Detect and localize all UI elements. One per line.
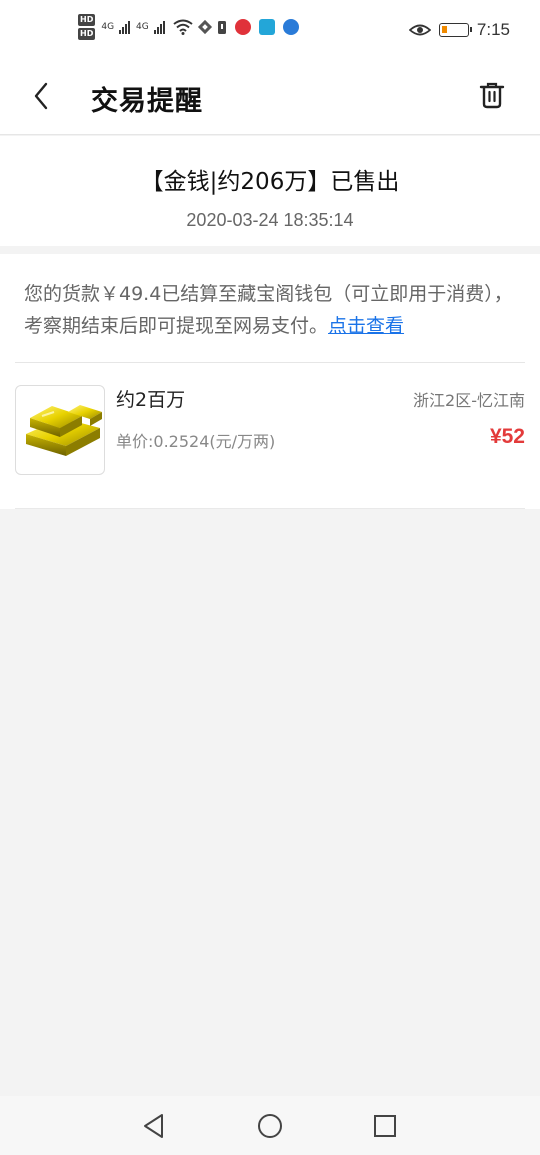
- detail-card: 您的货款￥49.4已结算至藏宝阁钱包（可立即用于消费），考察期结束后即可提现至网…: [0, 254, 540, 509]
- notification-icon: [217, 21, 226, 34]
- notice-timestamp: 2020-03-24 18:35:14: [186, 210, 354, 230]
- app-icon-blue: [282, 19, 299, 35]
- nav-back-icon: [144, 1114, 163, 1138]
- delete-button[interactable]: [474, 77, 510, 113]
- divider: [15, 508, 525, 509]
- status-icons-left: HD HD 4G 4G: [78, 14, 299, 40]
- app-header: 交易提醒: [0, 62, 540, 135]
- status-time: 7:15: [476, 20, 510, 39]
- page-title: 交易提醒: [91, 86, 203, 117]
- divider: [15, 362, 525, 363]
- back-button[interactable]: [24, 76, 58, 116]
- nav-recents-icon: [374, 1115, 396, 1137]
- signal-icon-2: [153, 20, 165, 34]
- item-row[interactable]: 约2百万 浙江2区-忆江南 单价:0.2524(元/万两) ¥52: [15, 385, 525, 477]
- back-arrow-icon: [34, 82, 48, 110]
- settlement-message: 您的货款￥49.4已结算至藏宝阁钱包（可立即用于消费），考察期结束后即可提现至网…: [24, 278, 518, 342]
- item-thumbnail: [15, 385, 105, 475]
- network-type-1: 4G: [101, 22, 115, 32]
- nav-recents-button[interactable]: [367, 1108, 403, 1144]
- app-icon-red: [234, 19, 251, 35]
- status-icons-right: 7:15: [408, 20, 510, 40]
- notice-title: 【金钱|约206万】已售出: [140, 169, 400, 195]
- item-name: 约2百万: [116, 389, 186, 411]
- hd-badge-2: HD: [78, 28, 96, 40]
- settlement-text: 您的货款￥49.4已结算至藏宝阁钱包（可立即用于消费），考察期结束后即可提现至网…: [24, 283, 513, 337]
- hd-indicator: HD HD: [78, 14, 96, 40]
- hd-badge-1: HD: [78, 14, 96, 26]
- notice-block: 【金钱|约206万】已售出 2020-03-24 18:35:14: [0, 136, 540, 246]
- nav-back-button[interactable]: [136, 1108, 172, 1144]
- eye-comfort-icon: [408, 24, 431, 36]
- item-server: 浙江2区-忆江南: [413, 391, 525, 410]
- signal-icon-1: [119, 20, 131, 34]
- app-icon-book: [258, 19, 275, 35]
- status-bar: HD HD 4G 4G 7:15: [0, 0, 540, 62]
- gold-bars-icon: [26, 405, 102, 456]
- view-details-link[interactable]: 点击查看: [328, 315, 404, 337]
- trash-icon: [479, 82, 505, 109]
- network-type-2: 4G: [136, 22, 149, 32]
- wifi-icon: [173, 19, 193, 35]
- nav-home-button[interactable]: [252, 1108, 288, 1144]
- item-unit-price: 单价:0.2524(元/万两): [116, 432, 276, 451]
- system-nav-bar: [0, 1096, 540, 1155]
- battery-icon: [438, 23, 472, 37]
- nfc-icon: [197, 19, 212, 35]
- nav-home-icon: [258, 1114, 282, 1138]
- item-price: ¥52: [489, 425, 525, 448]
